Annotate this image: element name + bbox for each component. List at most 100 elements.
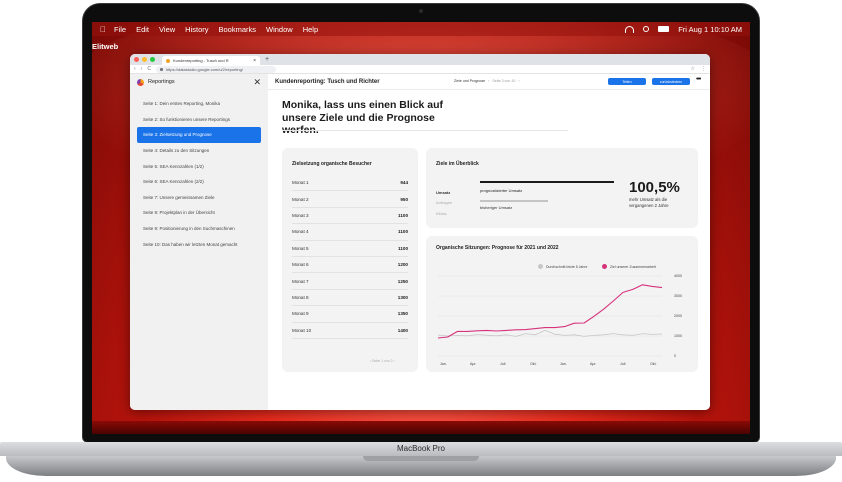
- search-icon[interactable]: [643, 26, 650, 32]
- forward-icon[interactable]: ›: [141, 66, 143, 72]
- back-icon[interactable]: ‹: [134, 66, 136, 72]
- tab-title: Kundenreporting - Tusch und R: [173, 58, 229, 63]
- battery-icon[interactable]: [658, 26, 670, 32]
- row-value: 1100: [398, 229, 408, 235]
- menu-file[interactable]: File: [114, 25, 126, 34]
- address-bar-row: ‹ › C https://datastudio.google.com/u/2/…: [130, 65, 710, 74]
- goal-card-title: Zielsetzung organische Besucher: [292, 161, 372, 167]
- series-line-target[interactable]: [437, 284, 663, 339]
- url-field[interactable]: https://datastudio.google.com/u/2/report…: [155, 65, 276, 73]
- sidebar-title: Reportings: [148, 79, 175, 85]
- prev-page-icon[interactable]: ‹: [488, 79, 489, 83]
- row-label: Monat 4: [292, 229, 309, 235]
- x-tick-label: Okt.: [650, 362, 657, 366]
- lid-notch: [363, 456, 479, 461]
- row-label: Monat 1: [292, 180, 309, 186]
- menu-clock[interactable]: Fri Aug 1 10:10 AM: [678, 25, 742, 34]
- tab-bar: Kundenreporting - Tusch und R × +: [130, 54, 710, 65]
- current-page-name: Ziele und Prognose: [454, 79, 486, 83]
- row-label: Monat 5: [292, 245, 309, 251]
- sidebar-item[interactable]: Seite 8: Projektplan in der Übersicht: [130, 205, 268, 221]
- table-row: Monat 1 944: [292, 175, 408, 192]
- wifi-icon[interactable]: [625, 25, 635, 33]
- close-icon[interactable]: ✕: [253, 77, 261, 88]
- overview-card-title: Ziele im Überblick: [436, 161, 479, 167]
- reload-icon[interactable]: C: [147, 66, 151, 72]
- row-value: 1100: [398, 245, 408, 251]
- bookmark-star-icon[interactable]: ☆: [691, 66, 695, 72]
- y-tick-label: 0: [674, 354, 676, 358]
- metric-klicks[interactable]: Klicks: [436, 211, 446, 216]
- report-app: Reportings ✕ Seite 1: Dein erstes Report…: [130, 74, 710, 410]
- row-value: 1350: [397, 311, 408, 317]
- report-main: Kundenreporting: Tusch und Richter Ziele…: [268, 74, 710, 410]
- row-label: Monat 6: [292, 262, 309, 268]
- page-navigator[interactable]: Ziele und Prognose ‹ Seite 3 von 10 ›: [454, 79, 520, 83]
- apple-menu-icon[interactable]: : [100, 25, 106, 34]
- next-page-icon[interactable]: ›: [518, 79, 519, 83]
- sidebar-item[interactable]: Seite 1: Dein erstes Reporting, Monika: [130, 96, 268, 112]
- browser-tab[interactable]: Kundenreporting - Tusch und R ×: [162, 56, 260, 65]
- menu-bookmarks[interactable]: Bookmarks: [219, 25, 257, 34]
- row-value: 1400: [397, 327, 408, 333]
- row-value: 1250: [397, 278, 408, 284]
- close-tab-icon[interactable]: ×: [253, 58, 256, 64]
- report-title: Kundenreporting: Tusch und Richter: [275, 78, 380, 85]
- forecast-bar: [480, 181, 614, 183]
- row-label: Monat 8: [292, 294, 309, 300]
- menu-view[interactable]: View: [159, 25, 175, 34]
- x-tick-label: Juli: [500, 362, 506, 366]
- browser-menu-icon[interactable]: ⋮: [701, 66, 706, 72]
- device-label: MacBook Pro: [396, 444, 446, 453]
- y-tick-label: 3000: [674, 294, 682, 298]
- more-options-icon[interactable]: •••: [696, 76, 701, 83]
- metric-umsatz[interactable]: Umsatz: [436, 190, 450, 195]
- url-text: https://datastudio.google.com/u/2/report…: [165, 66, 243, 72]
- row-label: Monat 2: [292, 196, 309, 202]
- sidebar-item[interactable]: Seite 6: SEA Kennzahlen (2/2): [130, 174, 268, 190]
- stage:  Elitweb File Edit View History Bookmar…: [0, 0, 842, 482]
- sidebar-item[interactable]: Seite 2: So funktionieren unsere Reporti…: [130, 112, 268, 128]
- next-icon[interactable]: ›: [393, 359, 395, 363]
- x-tick-label: Apr.: [470, 362, 476, 366]
- sidebar-item[interactable]: Seite 7: Unsere gemeinsamen Ziele: [130, 190, 268, 206]
- share-button[interactable]: Teilen: [608, 78, 646, 85]
- metric-anfragen[interactable]: Anfragen: [436, 200, 452, 205]
- previous-bar: [480, 200, 548, 202]
- minimize-window-icon[interactable]: [142, 57, 147, 62]
- reset-button[interactable]: zurückstecken: [652, 78, 690, 85]
- status-area: Fri Aug 1 10:10 AM: [625, 25, 742, 34]
- new-tab-icon[interactable]: +: [265, 56, 269, 63]
- row-value: 1300: [397, 294, 408, 300]
- x-tick-label: Juli: [620, 362, 626, 366]
- zoom-window-icon[interactable]: [150, 57, 155, 62]
- divider: [282, 130, 568, 131]
- y-tick-label: 4000: [674, 274, 682, 278]
- page-count: Seite 3 von 10: [492, 79, 516, 83]
- menu-window[interactable]: Window: [266, 25, 293, 34]
- row-label: Monat 7: [292, 278, 309, 284]
- line-chart[interactable]: 0 1000 2000 3000 4000 Jan. Apr. Juli Okt. Jan. Apr…: [426, 236, 698, 372]
- kpi-value: 100,5%: [629, 179, 680, 196]
- row-label: Monat 3: [292, 212, 309, 218]
- sidebar-item[interactable]: Seite 5: SEA Kennzahlen (1/2): [130, 158, 268, 174]
- sidebar-header: Reportings ✕: [130, 74, 268, 90]
- menu-edit[interactable]: Edit: [136, 25, 149, 34]
- row-value: 1200: [397, 262, 408, 268]
- laptop-screen:  Elitweb File Edit View History Bookmar…: [92, 22, 750, 434]
- menu-help[interactable]: Help: [303, 25, 318, 34]
- sidebar-item[interactable]: Seite 9: Positionierung in den Suchmasch…: [130, 221, 268, 237]
- close-window-icon[interactable]: [134, 57, 139, 62]
- table-row: Monat 4 1100: [292, 224, 408, 241]
- sidebar-item[interactable]: Seite 3: Zielsetzung und Prognose: [137, 127, 261, 143]
- overview-card: Ziele im Überblick Umsatz Anfragen Klick…: [426, 148, 698, 228]
- menu-history[interactable]: History: [185, 25, 208, 34]
- kpi-subtext: mehr Umsatz als die vergangenen 2 Jahre: [629, 197, 669, 208]
- table-row: Monat 8 1300: [292, 290, 408, 307]
- table-row: Monat 9 1350: [292, 306, 408, 323]
- x-tick-label: Apr.: [590, 362, 596, 366]
- goal-card-pager[interactable]: ‹ Seite 1 von 2 ›: [370, 359, 395, 363]
- sidebar-item[interactable]: Seite 10: Das haben wir letzten Monat ge…: [130, 236, 268, 252]
- row-value: 944: [400, 180, 408, 186]
- sidebar-item[interactable]: Seite 4: Details zu den Sitzungen: [130, 143, 268, 159]
